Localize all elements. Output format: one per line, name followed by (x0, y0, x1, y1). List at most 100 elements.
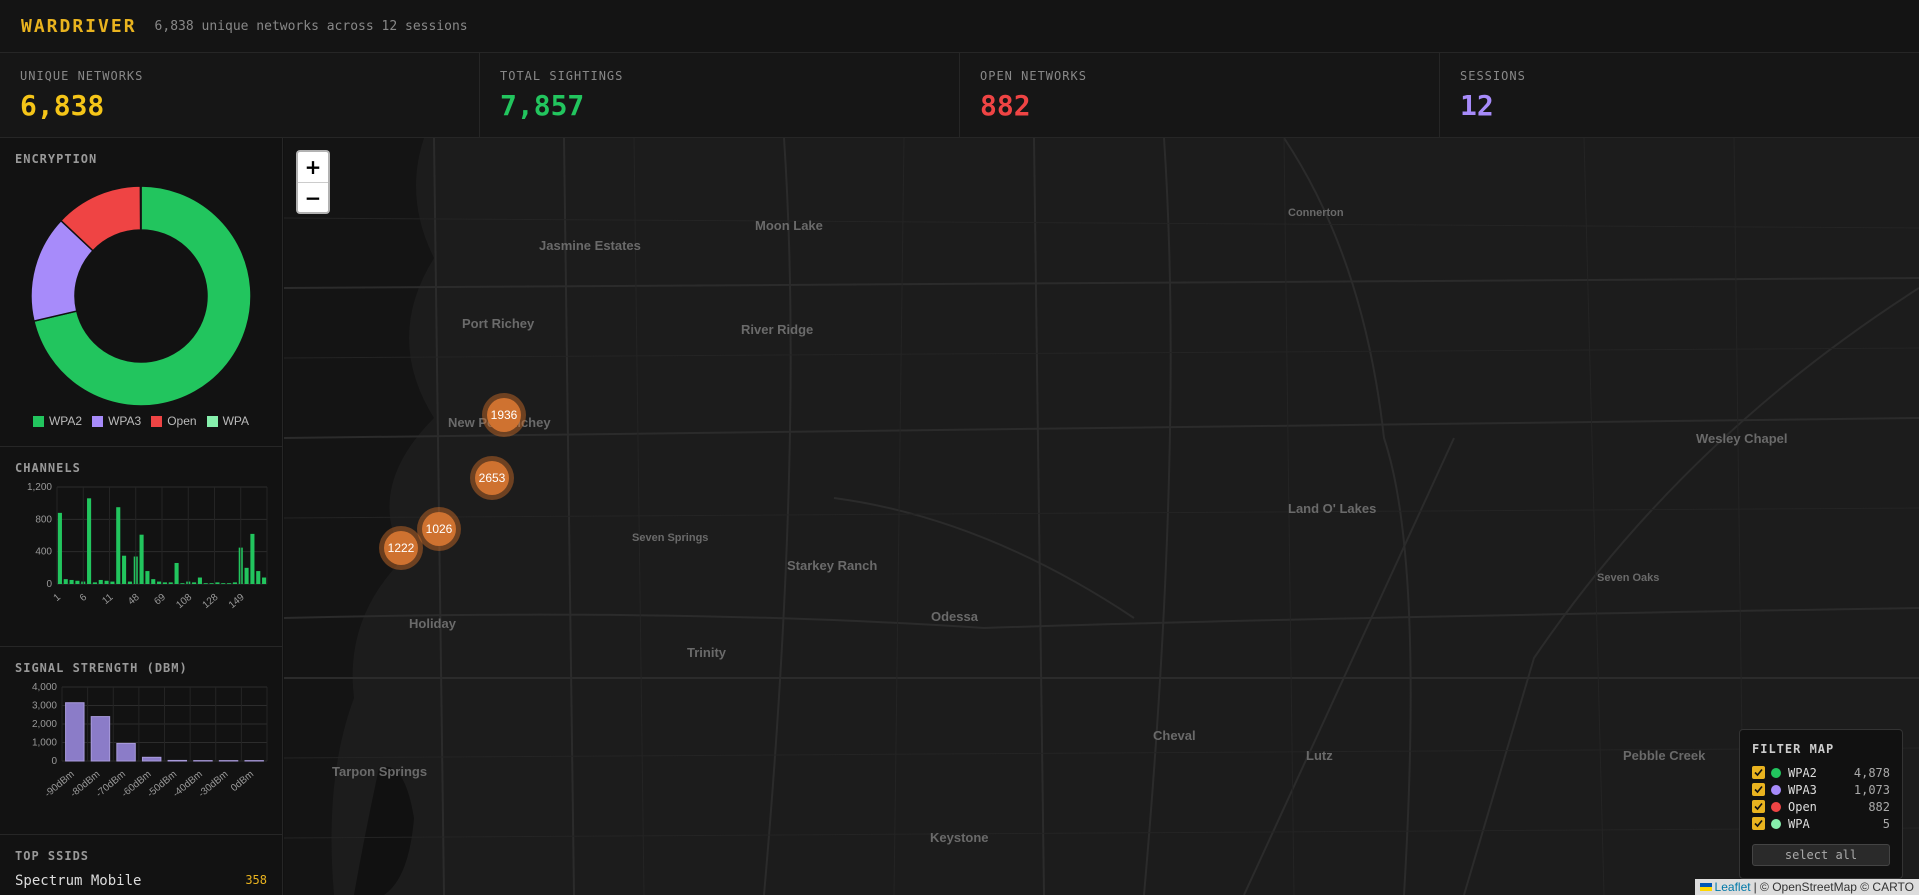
bar (63, 579, 68, 584)
sidebar[interactable]: ENCRYPTION WPA2 WPA3 Open WPA CHANNELS 0… (0, 138, 283, 895)
bar (145, 571, 150, 584)
bar (215, 582, 220, 584)
top-ssids-title: TOP SSIDS (15, 849, 90, 863)
bar (75, 580, 80, 584)
bar (151, 579, 156, 584)
map-place-label: Seven Springs (632, 532, 708, 544)
signal-panel: SIGNAL STRENGTH (DBM) 0 1,000 2,000 3,000 4,… (0, 647, 282, 835)
y-tick-label: 400 (35, 547, 52, 558)
bar (168, 582, 173, 584)
x-tick-label: 108 (174, 592, 194, 611)
map[interactable]: Moon Lake Jasmine Estates Connerton Port… (284, 138, 1919, 895)
legend-item-wpa[interactable]: WPA (206, 414, 250, 428)
bar (192, 582, 197, 584)
filter-label: Open (1788, 799, 1817, 814)
bar (180, 583, 185, 584)
y-tick-label: 800 (35, 514, 52, 525)
legend-label: WPA2 (48, 414, 83, 428)
encryption-legend: WPA2 WPA3 Open WPA (15, 414, 267, 428)
bar (116, 507, 121, 584)
map-place-label: Seven Oaks (1597, 572, 1659, 584)
check-icon (1754, 802, 1763, 811)
legend-swatch (32, 415, 44, 427)
filter-checkbox[interactable] (1752, 783, 1765, 796)
map-place-label: Wesley Chapel (1696, 431, 1788, 446)
filter-color-dot (1771, 801, 1781, 812)
bar (90, 716, 111, 762)
map-place-label: Tarpon Springs (332, 764, 427, 779)
bar (116, 742, 136, 762)
select-all-button[interactable]: select all (1752, 844, 1890, 866)
bar (104, 580, 109, 584)
stats-bar: UNIQUE NETWORKS 6,838 TOTAL SIGHTINGS 7,… (0, 53, 1919, 138)
signal-bar-chart: 01,0002,0003,0004,000-90dBm-80dBm-70dBm-… (32, 682, 268, 800)
bar (127, 581, 132, 584)
filter-row-wpa3[interactable]: WPA3 1,073 (1752, 781, 1890, 798)
x-tick-label: 6 (78, 592, 90, 604)
map-place-label: Trinity (687, 645, 727, 660)
encryption-donut-chart (30, 185, 252, 407)
filter-map-panel: FILTER MAP WPA2 4,878 WPA3 1,073 Open 88… (1739, 729, 1903, 879)
bar (262, 577, 267, 584)
map-place-label: Holiday (409, 616, 457, 631)
filter-label: WPA2 (1788, 765, 1817, 780)
x-tick-label: 149 (227, 592, 247, 611)
bar (139, 534, 144, 584)
filter-count: 4,878 (1853, 765, 1890, 780)
map-place-label: Port Richey (462, 316, 535, 331)
bar (98, 579, 103, 584)
legend-label: Open (167, 414, 197, 428)
filter-checkbox[interactable] (1752, 766, 1765, 779)
map-place-label: Lutz (1306, 748, 1333, 763)
bar (162, 582, 167, 584)
filter-count: 1,073 (1853, 782, 1890, 797)
bar (87, 498, 92, 584)
map-place-label: River Ridge (741, 322, 813, 337)
legend-item-open[interactable]: Open (151, 414, 197, 428)
map-cluster-marker: 1222 (379, 526, 423, 570)
bar (197, 577, 202, 584)
zoom-out-button[interactable]: − (298, 182, 328, 212)
filter-count: 5 (1882, 816, 1890, 831)
x-tick-label: 1 (52, 592, 64, 604)
channels-bar-chart: 0 400 800 1,200 1 6 11 48 69 108 128 149 (27, 482, 268, 611)
bar (227, 583, 232, 584)
bar (65, 702, 85, 762)
stat-value: 6,838 (20, 89, 105, 122)
filter-checkbox[interactable] (1752, 800, 1765, 813)
map-cluster-count: 1026 (426, 522, 453, 536)
y-tick-label: 0 (51, 756, 57, 767)
channels-panel: CHANNELS 0 400 800 1,200 1 6 11 48 69 108 128 149 (0, 447, 282, 647)
map-cluster-count: 2653 (479, 471, 506, 485)
ssid-count: 358 (245, 873, 267, 887)
bar (232, 582, 237, 584)
map-place-label: Moon Lake (755, 218, 823, 233)
filter-row-open[interactable]: Open 882 (1752, 798, 1890, 815)
filter-checkbox[interactable] (1752, 817, 1765, 830)
legend-label: WPA3 (108, 414, 142, 428)
ssid-row[interactable]: Spectrum Mobile 358 (15, 873, 267, 889)
zoom-control: + − (296, 150, 330, 214)
bar (250, 533, 255, 584)
ukraine-flag-icon (1699, 883, 1712, 891)
stat-unique-networks: UNIQUE NETWORKS 6,838 (0, 53, 480, 137)
legend-item-wpa3[interactable]: WPA3 (92, 414, 141, 428)
filter-color-dot (1771, 818, 1781, 829)
filter-row-wpa[interactable]: WPA 5 (1752, 815, 1890, 832)
legend-item-wpa2[interactable]: WPA2 (32, 414, 83, 428)
map-tiles[interactable]: Moon Lake Jasmine Estates Connerton Port… (284, 138, 1919, 895)
bar (244, 567, 249, 584)
stat-value: 7,857 (500, 89, 585, 122)
legend-swatch (151, 415, 163, 427)
map-place-label: Cheval (1153, 728, 1196, 743)
y-tick-label: 4,000 (32, 682, 57, 693)
legend-label: WPA (222, 414, 250, 428)
map-cluster-marker: 1026 (417, 507, 461, 551)
zoom-in-button[interactable]: + (298, 152, 328, 182)
legend-swatch (206, 415, 218, 427)
stat-open-networks: OPEN NETWORKS 882 (960, 53, 1440, 137)
map-cluster-marker: 1936 (482, 393, 526, 437)
map-attribution: Leaflet | © OpenStreetMap © CARTO (1694, 879, 1919, 895)
filter-row-wpa2[interactable]: WPA2 4,878 (1752, 764, 1890, 781)
leaflet-link[interactable]: Leaflet (1715, 880, 1751, 894)
